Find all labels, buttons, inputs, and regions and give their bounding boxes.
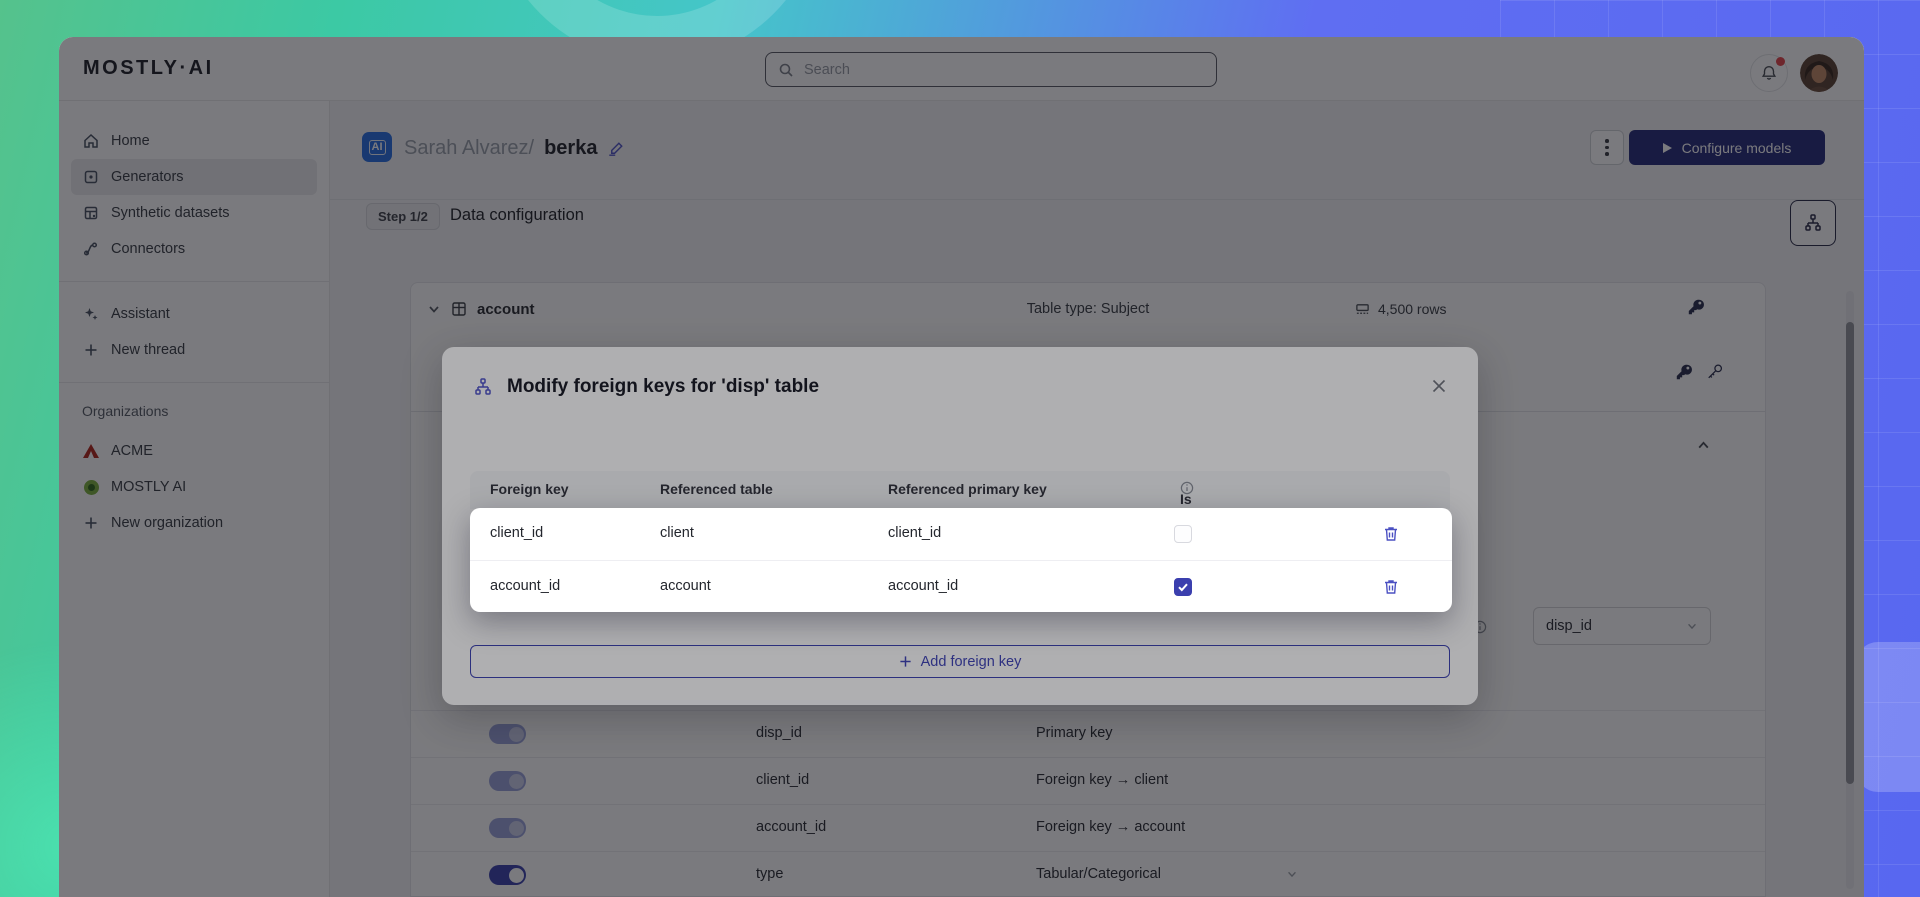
ref-table-value: account xyxy=(660,578,711,594)
background-square xyxy=(1856,642,1920,792)
ref-pk-value: client_id xyxy=(888,525,942,541)
trash-icon[interactable] xyxy=(1382,578,1400,600)
trash-icon[interactable] xyxy=(1382,525,1400,547)
foreign-key-rows-card: client_id client client_id account_id ac… xyxy=(470,508,1452,612)
fk-value: client_id xyxy=(490,525,544,541)
is-context-checkbox[interactable] xyxy=(1174,525,1192,543)
ref-pk-value: account_id xyxy=(888,578,959,594)
foreign-key-row: account_id account account_id xyxy=(470,560,1452,612)
ref-table-value: client xyxy=(660,525,694,541)
check-icon xyxy=(1178,583,1188,592)
fk-value: account_id xyxy=(490,578,561,594)
is-context-checkbox[interactable] xyxy=(1174,578,1192,596)
foreign-key-row: client_id client client_id xyxy=(470,508,1452,560)
app-window: MOSTLY·AI Search Home Generators Synthet… xyxy=(59,37,1864,897)
spotlight-overlay xyxy=(59,37,1864,897)
